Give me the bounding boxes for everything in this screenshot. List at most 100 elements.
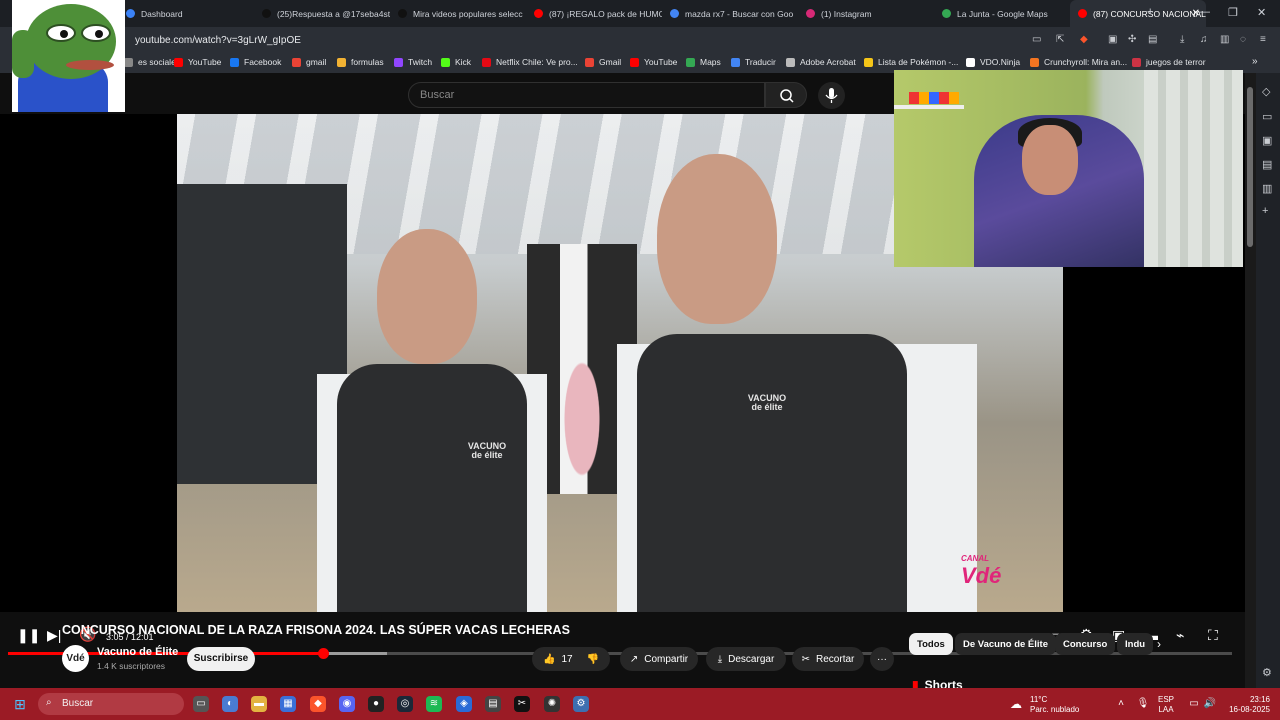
microphone-tray-icon[interactable]: 🎙 xyxy=(1135,696,1151,712)
weather-widget[interactable]: 11°C Parc. nublado xyxy=(1030,695,1079,715)
sidebar-icon[interactable]: ▤ xyxy=(1148,34,1157,45)
language-indicator[interactable]: ESP LAA xyxy=(1158,695,1174,715)
search-button[interactable] xyxy=(765,82,807,108)
clock[interactable]: 23:16 16-08-2025 xyxy=(1226,695,1270,715)
bookmark-item[interactable]: YouTube xyxy=(174,57,221,67)
bookmark-item[interactable]: juegos de terror xyxy=(1132,57,1206,67)
bookmark-item[interactable]: Crunchyroll: Mira an... xyxy=(1030,57,1127,67)
capcut-icon[interactable]: ✂ xyxy=(514,696,530,712)
channel-name[interactable]: Vacuno de Élite xyxy=(97,646,178,658)
wallet-side-icon[interactable]: ▣ xyxy=(1262,134,1272,147)
add-panel-icon[interactable]: + xyxy=(1262,205,1268,217)
cast-icon[interactable]: ⌁ xyxy=(1176,627,1184,644)
bookmark-item[interactable]: Maps xyxy=(686,57,721,67)
editor-icon[interactable]: ▤ xyxy=(485,696,501,712)
filter-chip[interactable]: Concurso xyxy=(1055,633,1116,655)
screen-icon[interactable]: ▭ xyxy=(1032,34,1041,45)
channel-avatar[interactable]: Vdé xyxy=(62,645,89,672)
browser-tab[interactable]: mazda rx7 - Buscar con Goo xyxy=(662,0,798,27)
browser-tab[interactable]: (25)Respuesta a @17seba4st xyxy=(254,0,390,27)
history-icon[interactable]: ▤ xyxy=(1262,158,1272,171)
brave-browser-icon[interactable]: ◆ xyxy=(310,696,326,712)
panel-icon[interactable]: ▥ xyxy=(1220,34,1229,45)
bookmark-item[interactable]: Netflix Chile: Ve pro... xyxy=(482,57,578,67)
page-scrollbar[interactable] xyxy=(1245,73,1256,688)
weather-icon[interactable]: ☁ xyxy=(1008,696,1024,712)
taskbar-search-input[interactable]: ⌕ Buscar xyxy=(38,693,184,715)
wallet-icon[interactable]: ◌ xyxy=(1240,34,1246,45)
settings-app-icon[interactable]: ⚙ xyxy=(573,696,589,712)
store-icon[interactable]: ▦ xyxy=(280,696,296,712)
discord-icon[interactable]: ◉ xyxy=(339,696,355,712)
filter-chip[interactable]: Indu xyxy=(1117,633,1154,655)
music-icon[interactable]: ♫ xyxy=(1200,34,1208,45)
share-button[interactable]: ↗ Compartir xyxy=(620,647,698,671)
new-tab-button[interactable]: + xyxy=(1147,6,1153,18)
url-field[interactable]: youtube.com/watch?v=3gLrW_gIpOE xyxy=(135,35,301,46)
bookmark-item[interactable]: YouTube xyxy=(630,57,677,67)
bookmark-item[interactable]: VDO.Ninja xyxy=(966,57,1020,67)
browser-tab[interactable]: Mira videos populares selecc xyxy=(390,0,526,27)
subscribe-button[interactable]: Suscribirse xyxy=(187,647,255,671)
maximize-button[interactable]: ❐ xyxy=(1228,6,1238,19)
bookmark-item[interactable]: Adobe Acrobat xyxy=(786,57,856,67)
filter-chip[interactable]: Todos xyxy=(909,633,953,655)
bookmark-item[interactable]: Twitch xyxy=(394,57,432,67)
copilot-icon[interactable]: ◐ xyxy=(222,696,238,712)
share-icon[interactable]: ⇱ xyxy=(1056,34,1064,45)
browser-tab[interactable]: Dashboard xyxy=(118,0,254,27)
like-count[interactable]: 17 xyxy=(561,654,572,665)
filter-chip[interactable]: De Vacuno de Élite xyxy=(955,633,1056,655)
bookmark-item[interactable]: Traducir xyxy=(731,57,776,67)
network-icon[interactable]: ▭ xyxy=(1186,696,1202,712)
reading-list-icon[interactable]: ▭ xyxy=(1262,110,1272,123)
tray-chevron-icon[interactable]: ˄ xyxy=(1113,696,1129,712)
minimize-button[interactable]: — xyxy=(1199,6,1210,18)
browser-tab[interactable]: La Junta - Google Maps xyxy=(934,0,1070,27)
scrollbar-thumb[interactable] xyxy=(1247,87,1253,247)
bookmark-item[interactable]: gmail xyxy=(292,57,326,67)
volume-icon[interactable]: 🔊 xyxy=(1202,696,1218,712)
next-icon[interactable]: ▶| xyxy=(47,627,61,644)
download-icon[interactable]: ⤓ xyxy=(1180,34,1184,45)
obs-icon[interactable]: ● xyxy=(368,696,384,712)
bookmark-item[interactable]: Kick xyxy=(441,57,471,67)
fullscreen-icon[interactable]: ⛶ xyxy=(1208,627,1218,644)
browser-tab[interactable]: (1) Instagram xyxy=(798,0,934,27)
leo-icon[interactable]: ◇ xyxy=(1262,85,1270,98)
bookmark-item[interactable]: es sociales xyxy=(124,57,180,67)
chevron-right-icon[interactable]: › xyxy=(1157,637,1161,651)
side-settings-icon[interactable]: ⚙ xyxy=(1262,666,1272,679)
clip-button[interactable]: ✂ Recortar xyxy=(792,647,864,671)
file-explorer-icon[interactable]: ▬ xyxy=(251,696,267,712)
browser-tab[interactable]: (87) ¡REGALO pack de HUMO xyxy=(526,0,662,27)
clock-time: 23:16 xyxy=(1249,695,1270,704)
more-actions-button[interactable]: ··· xyxy=(870,647,894,671)
app-icon[interactable]: ◈ xyxy=(456,696,472,712)
download-button[interactable]: ⤓ Descargar xyxy=(706,647,786,671)
menu-icon[interactable]: ≡ xyxy=(1260,34,1266,45)
bookmarks-overflow-icon[interactable]: » xyxy=(1252,56,1258,67)
extension-icon[interactable]: ▣ xyxy=(1108,34,1117,45)
puzzle-icon[interactable]: ✣ xyxy=(1128,34,1136,45)
spotify-icon[interactable]: ≋ xyxy=(426,696,442,712)
task-view-icon[interactable]: ▭ xyxy=(193,696,209,712)
bookmarks-icon[interactable]: ▥ xyxy=(1262,182,1272,195)
search-input[interactable]: Buscar xyxy=(408,82,765,108)
like-icon[interactable]: 👍 xyxy=(543,654,555,665)
pause-icon[interactable]: ❚❚ xyxy=(17,627,40,644)
bookmark-item[interactable]: Gmail xyxy=(585,57,621,67)
brave-shield-icon[interactable]: ◆ xyxy=(1080,34,1088,45)
bookmark-label: Gmail xyxy=(599,57,622,67)
voice-search-button[interactable] xyxy=(818,82,845,109)
bookmark-item[interactable]: Lista de Pokémon -... xyxy=(864,57,958,67)
bookmark-item[interactable]: formulas xyxy=(337,57,384,67)
chatgpt-icon[interactable]: ✺ xyxy=(544,696,560,712)
windows-start-icon[interactable]: ⊞ xyxy=(12,696,28,712)
browser-tab[interactable]: (87) CONCURSO NACIONAL ✕ xyxy=(1070,0,1206,27)
scrubber-handle[interactable] xyxy=(317,648,329,659)
bookmark-item[interactable]: Facebook xyxy=(230,57,281,67)
steam-icon[interactable]: ◎ xyxy=(397,696,413,712)
dislike-icon[interactable]: 👎 xyxy=(587,654,599,665)
close-window-button[interactable]: ✕ xyxy=(1257,6,1266,19)
